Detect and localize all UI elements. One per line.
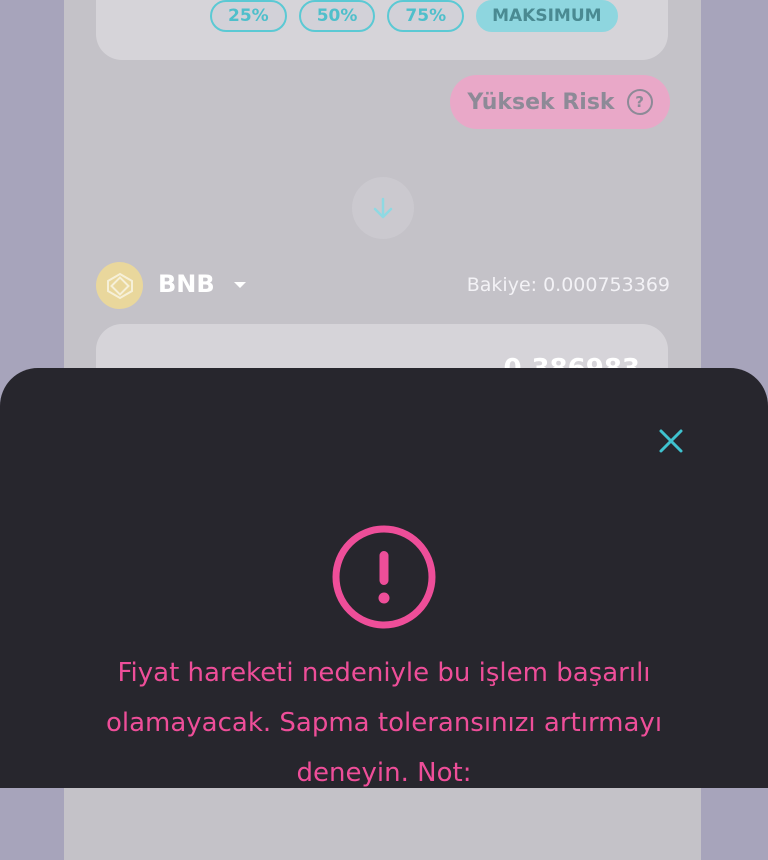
- high-risk-badge[interactable]: Yüksek Risk ?: [450, 75, 670, 129]
- bnb-logo-icon: [96, 262, 143, 309]
- arrow-down-icon: [373, 197, 393, 219]
- error-modal: Fiyat hareketi nedeniyle bu işlem başarı…: [0, 368, 768, 788]
- swap-direction-button[interactable]: [352, 177, 414, 239]
- help-icon[interactable]: ?: [626, 89, 653, 115]
- close-icon[interactable]: [654, 424, 688, 458]
- percent-25-button[interactable]: 25%: [210, 0, 287, 32]
- percent-75-button[interactable]: 75%: [387, 0, 465, 32]
- error-message: Fiyat hareketi nedeniyle bu işlem başarı…: [105, 658, 663, 788]
- warning-icon: [332, 525, 436, 629]
- token-selector[interactable]: BNB: [158, 270, 215, 298]
- risk-label: Yüksek Risk: [467, 89, 615, 115]
- percent-button-row: 25% 50% 75% MAKSIMUM: [210, 0, 618, 34]
- percent-50-button[interactable]: 50%: [298, 0, 376, 32]
- token-balance: Bakiye: 0.000753369: [466, 274, 670, 296]
- output-token-row: BNB Bakiye: 0.000753369: [96, 262, 670, 310]
- percent-max-button[interactable]: MAKSIMUM: [476, 0, 618, 32]
- chevron-down-icon[interactable]: [234, 282, 246, 288]
